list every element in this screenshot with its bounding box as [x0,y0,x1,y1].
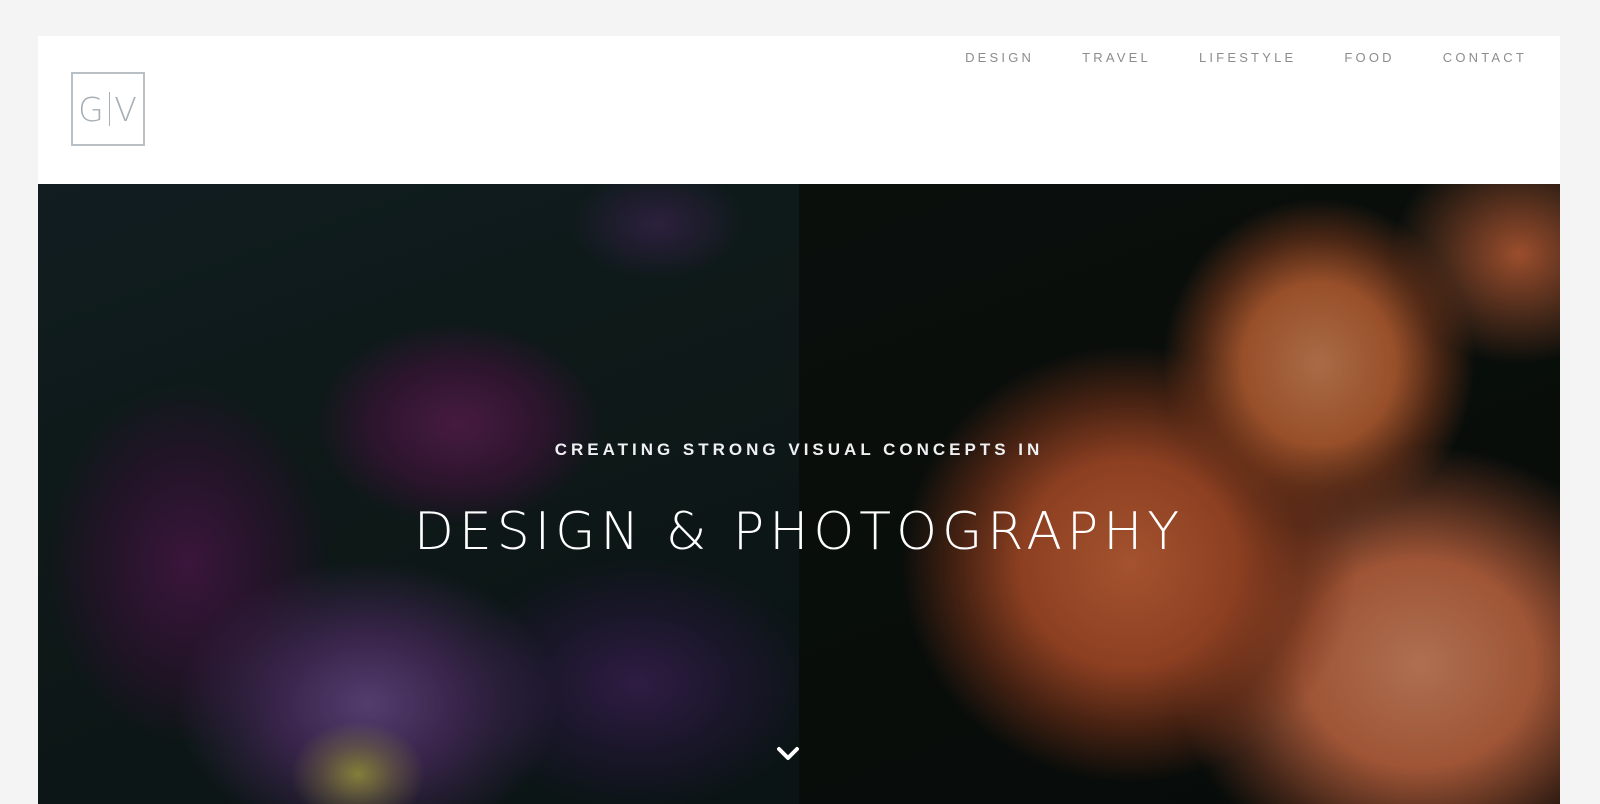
site-logo[interactable]: G V [71,72,145,146]
nav-item-travel[interactable]: TRAVEL [1082,50,1151,66]
nav-item-contact[interactable]: CONTACT [1443,50,1527,66]
nav-item-lifestyle[interactable]: LIFESTYLE [1199,50,1296,66]
chevron-down-icon[interactable] [776,744,800,764]
logo-letter-left: G [78,89,105,129]
logo-letter-right: V [114,89,138,129]
hero-subtitle: CREATING STRONG VISUAL CONCEPTS IN [554,440,1044,459]
nav-item-food[interactable]: FOOD [1344,50,1394,66]
main-nav: DESIGN TRAVEL LIFESTYLE FOOD CONTACT [917,50,1527,66]
site-header: G V DESIGN TRAVEL LIFESTYLE FOOD CONTACT [38,36,1560,184]
nav-item-design[interactable]: DESIGN [965,50,1034,66]
logo-divider [108,92,111,126]
page-frame: G V DESIGN TRAVEL LIFESTYLE FOOD CONTACT… [38,36,1560,804]
hero-overlay [38,184,1560,804]
hero-banner: CREATING STRONG VISUAL CONCEPTS IN DESIG… [38,184,1560,804]
hero-title: DESIGN & PHOTOGRAPHY [413,502,1185,562]
